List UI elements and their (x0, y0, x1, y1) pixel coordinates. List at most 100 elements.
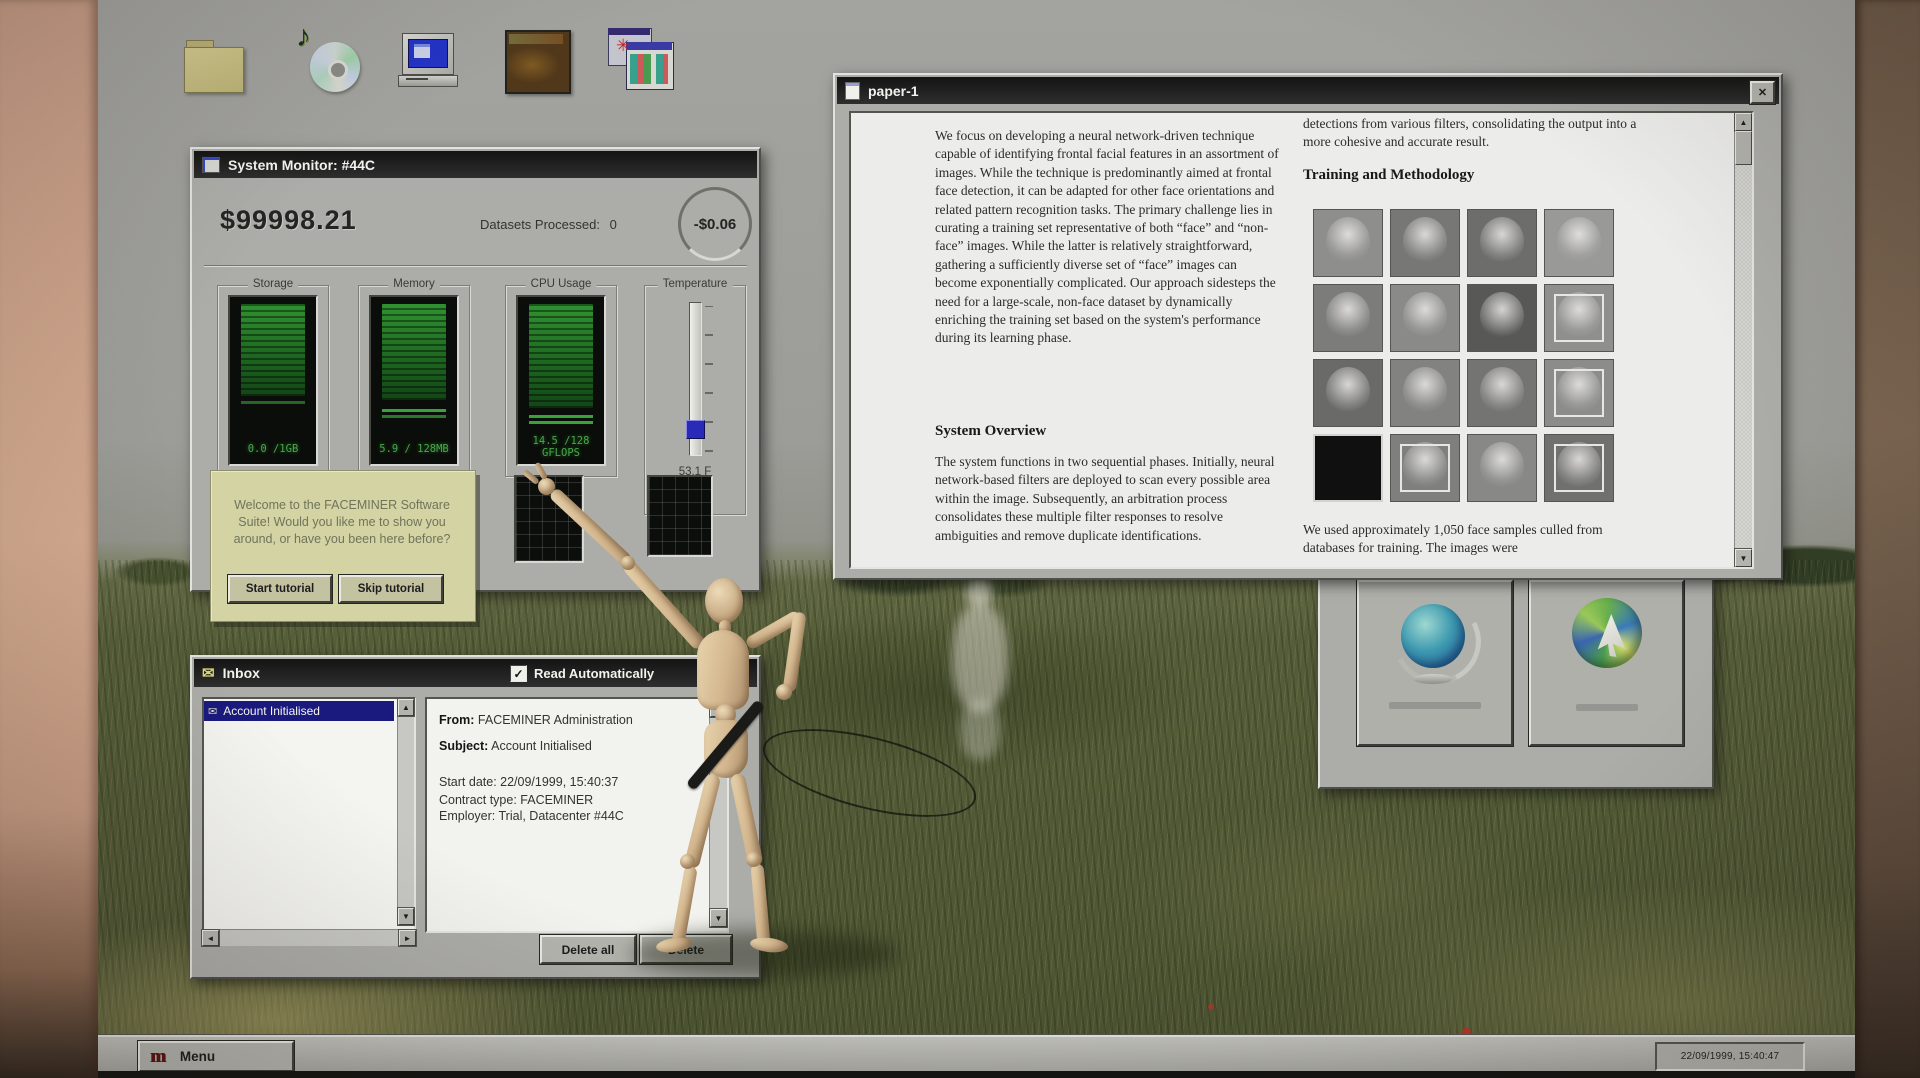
detection-frame (1400, 444, 1450, 492)
desk-globe-button[interactable] (1357, 580, 1513, 746)
desk-globe-label (1389, 702, 1481, 709)
paper-left-para2: The system functions in two sequential p… (935, 454, 1275, 543)
message-subject: Account Initialised (223, 704, 320, 718)
monitor-titlebar[interactable]: System Monitor: #44C (194, 151, 757, 178)
face-sample (1390, 209, 1460, 277)
paper-right-bottom: We used approximately 1,050 face samples… (1303, 522, 1603, 556)
face-sample (1467, 359, 1537, 427)
message-list: ✉ Account Initialised ▲ ▼ (202, 697, 416, 931)
read-auto-label: Read Automatically (534, 666, 655, 681)
tutorial-message: Welcome to the FACEMINER Software Suite!… (233, 498, 451, 546)
photo-highlight (509, 34, 563, 44)
taskbar: m Menu 22/09/1999, 15:40:47 (98, 1035, 1855, 1073)
clock-tray: 22/09/1999, 15:40:47 (1655, 1042, 1805, 1071)
clock-text: 22/09/1999, 15:40:47 (1680, 1051, 1780, 1062)
subject-label: Subject: (439, 739, 489, 753)
monitor-icon (202, 156, 220, 173)
face-sample (1467, 284, 1537, 352)
screen-window (414, 44, 430, 58)
cpu-label: CPU Usage (525, 278, 597, 290)
from-label: From: (439, 713, 475, 727)
close-button[interactable]: ✕ (1750, 81, 1775, 104)
face-sample (1467, 209, 1537, 277)
poppy-flower (1208, 1004, 1214, 1010)
delete-all-button[interactable]: Delete all (540, 935, 636, 964)
photo-icon[interactable] (505, 30, 571, 96)
scroll-thumb[interactable] (1735, 131, 1752, 165)
menu-button[interactable]: m Menu (138, 1041, 294, 1072)
detail-line1: Start date: 22/09/1999, 15:40:37 (439, 775, 619, 789)
from-value: FACEMINER Administration (477, 713, 633, 727)
face-grid (1313, 209, 1614, 502)
folder-body (184, 47, 244, 93)
paper-right-heading: Training and Methodology (1303, 167, 1475, 183)
face-sample (1313, 284, 1383, 352)
mannequin-hand-left (538, 478, 555, 495)
scroll-down-button[interactable]: ▼ (1735, 549, 1752, 567)
face-sample (1467, 434, 1537, 502)
detail-line2: Contract type: FACEMINER (439, 793, 594, 807)
scroll-up-button[interactable]: ▲ (1735, 113, 1752, 131)
storage-label: Storage (247, 278, 299, 290)
memory-label: Memory (388, 278, 440, 290)
starburst-glyph: ✳ (616, 36, 631, 55)
face-sample (1313, 209, 1383, 277)
temperature-thumb[interactable] (686, 420, 705, 439)
mannequin-chest (697, 630, 749, 710)
paper-scrollbar[interactable]: ▲ ▼ (1734, 113, 1752, 567)
face-sample (1544, 284, 1614, 352)
face-sample (1390, 359, 1460, 427)
list-scrollbar[interactable]: ▲ ▼ (397, 699, 414, 925)
read-auto-checkbox[interactable]: ✓ (510, 665, 527, 682)
list-scroll-up[interactable]: ▲ (398, 699, 414, 716)
monitor-title: System Monitor: #44C (228, 156, 376, 173)
mannequin-knee-right (746, 852, 761, 867)
memory-gauge: Memory 5.9 / 128MB (358, 278, 470, 477)
subject-value: Account Initialised (491, 739, 592, 753)
list-hscrollbar[interactable]: ◄ ► (202, 929, 416, 946)
disk-slot (406, 78, 428, 80)
inbox-titlebar[interactable]: ✉ Inbox ✓ Read Automatically (194, 659, 757, 687)
globe-foot (1413, 674, 1453, 684)
app-window-icon[interactable]: ✳ (608, 28, 680, 96)
cpu-gauge: CPU Usage 14.5 /128 GFLOPS (505, 278, 617, 477)
face-sample (1544, 359, 1614, 427)
paper-window: paper-1 ✕ We focus on developing a neura… (833, 73, 1783, 580)
menu-logo: m (150, 1045, 166, 1067)
start-tutorial-button[interactable]: Start tutorial (228, 575, 332, 603)
paper-title: paper-1 (868, 82, 919, 99)
list-scroll-right[interactable]: ► (399, 930, 416, 946)
front-window-titlebar (626, 42, 672, 50)
activity-graph (647, 475, 713, 557)
net-globe-button[interactable] (1529, 580, 1684, 746)
mannequin-head (705, 578, 743, 624)
paper-page: We focus on developing a neural network-… (849, 111, 1754, 569)
detection-frame (1554, 294, 1604, 342)
photo-frame-right (1855, 0, 1920, 1078)
cpu-lcd: 14.5 /128 GFLOPS (516, 295, 606, 466)
data-grid (630, 54, 668, 84)
face-sample (1390, 284, 1460, 352)
folder-icon[interactable] (184, 40, 246, 94)
music-cd-icon[interactable]: ♪ (296, 20, 366, 98)
paper-left-para1: We focus on developing a neural network-… (935, 128, 1279, 346)
tutorial-tooltip: Welcome to the FACEMINER Software Suite!… (210, 470, 476, 622)
message-envelope-icon: ✉ (208, 705, 218, 718)
message-list-item[interactable]: ✉ Account Initialised (204, 701, 394, 721)
paper-titlebar[interactable]: paper-1 ✕ (837, 77, 1779, 104)
rate-gauge: -$0.06 (678, 187, 752, 261)
computer-base (398, 75, 458, 87)
computer-icon[interactable] (398, 33, 462, 95)
paper-right-top: detections from various filters, consoli… (1303, 116, 1637, 150)
back-window-titlebar (608, 28, 650, 35)
balance-value: $99998.21 (220, 205, 357, 235)
list-scroll-left[interactable]: ◄ (202, 930, 219, 946)
list-scroll-down[interactable]: ▼ (398, 908, 414, 925)
datasets-value: 0 (609, 217, 617, 232)
document-icon (845, 81, 860, 100)
net-globe-label (1576, 704, 1638, 711)
face-sample (1313, 434, 1383, 502)
skip-tutorial-button[interactable]: Skip tutorial (339, 575, 443, 603)
detail-scroll-down[interactable]: ▼ (710, 909, 727, 927)
taskbar-bottom-strip (98, 1071, 1855, 1078)
